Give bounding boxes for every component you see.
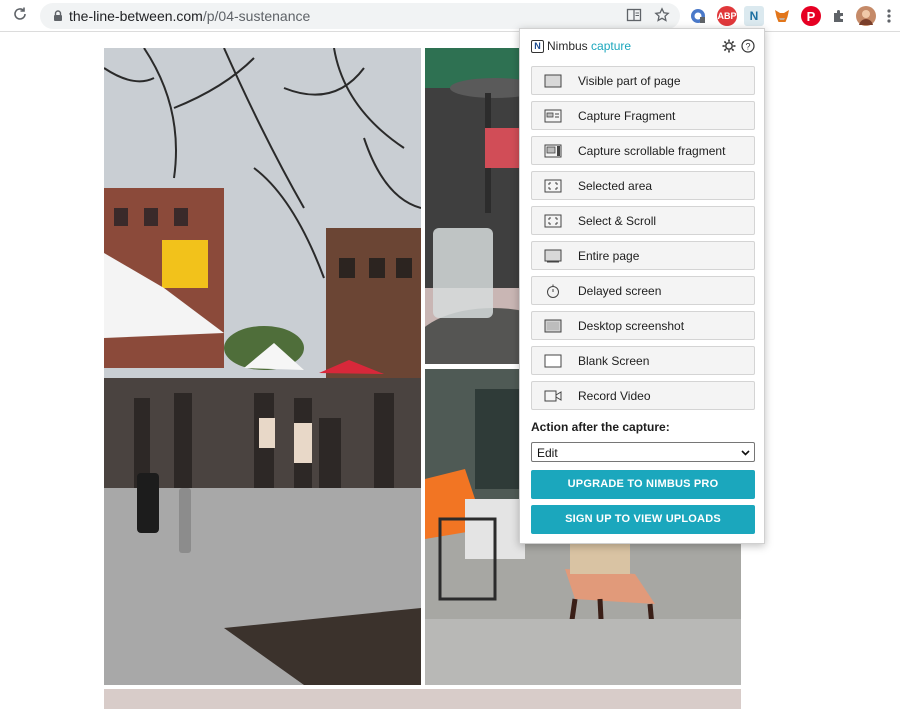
- svg-text:P: P: [807, 9, 816, 24]
- select-scroll-icon: [544, 214, 562, 228]
- capture-fragment-button[interactable]: Capture Fragment: [531, 101, 755, 130]
- nimbus-capture-label: N: [749, 9, 759, 23]
- url-text[interactable]: the-line-between.com/p/04-sustenance: [69, 8, 310, 24]
- signup-button[interactable]: SIGN UP TO VIEW UPLOADS: [531, 505, 755, 534]
- fragment-icon: [544, 109, 562, 123]
- adblock-plus-label: ABP: [717, 11, 737, 21]
- record-video-button[interactable]: Record Video: [531, 381, 755, 410]
- address-bar[interactable]: the-line-between.com/p/04-sustenance: [40, 3, 680, 29]
- url-path: /p/04-sustenance: [202, 8, 311, 24]
- popup-header: N Nimbus capture ?: [520, 29, 766, 65]
- video-camera-icon: [544, 390, 562, 402]
- more-menu-icon[interactable]: [884, 6, 894, 26]
- brand-product: capture: [591, 39, 632, 53]
- capture-scrollable-fragment-button[interactable]: Capture scrollable fragment: [531, 136, 755, 165]
- menu-item-label: Entire page: [578, 249, 640, 263]
- reader-mode-icon[interactable]: [625, 7, 643, 25]
- browser-toolbar: the-line-between.com/p/04-sustenance ABP…: [0, 0, 900, 32]
- entire-page-button[interactable]: Entire page: [531, 241, 755, 270]
- chevron-down-icon: [741, 450, 750, 456]
- action-select-value: Edit: [537, 446, 558, 460]
- menu-item-label: Capture Fragment: [578, 109, 676, 123]
- visible-part-button[interactable]: Visible part of page: [531, 66, 755, 95]
- settings-gear-icon[interactable]: [722, 39, 736, 53]
- svg-text:?: ?: [745, 42, 750, 52]
- menu-item-label: Desktop screenshot: [578, 319, 685, 333]
- menu-item-label: Selected area: [578, 179, 653, 193]
- url-host: the-line-between.com: [69, 8, 203, 24]
- reload-icon[interactable]: [10, 6, 30, 26]
- menu-item-label: Blank Screen: [578, 354, 650, 368]
- selected-area-button[interactable]: Selected area: [531, 171, 755, 200]
- next-photo-preview: [104, 689, 741, 709]
- help-icon[interactable]: ?: [741, 39, 755, 53]
- upgrade-button[interactable]: UPGRADE TO NIMBUS PRO: [531, 470, 755, 499]
- menu-item-label: Capture scrollable fragment: [578, 144, 726, 158]
- desktop-icon: [544, 319, 562, 333]
- menu-item-label: Select & Scroll: [578, 214, 657, 228]
- action-after-capture-label: Action after the capture:: [531, 420, 670, 434]
- timer-icon: [547, 284, 559, 298]
- nimbus-logo-icon: N: [531, 40, 544, 53]
- entire-page-icon: [544, 249, 562, 263]
- menu-item-label: Record Video: [578, 389, 651, 403]
- metamask-fox-icon[interactable]: [772, 6, 792, 26]
- nimbus-capture-icon[interactable]: N: [744, 6, 764, 26]
- street-market-photo: [104, 48, 421, 685]
- lock-icon[interactable]: [51, 9, 65, 23]
- action-after-capture-select[interactable]: Edit: [531, 442, 755, 462]
- profile-avatar[interactable]: [856, 6, 876, 26]
- extensions-puzzle-icon[interactable]: [829, 6, 849, 26]
- selected-area-icon: [544, 179, 562, 193]
- blank-screen-icon: [544, 354, 562, 368]
- nimbus-brand: Nimbus capture: [547, 39, 631, 53]
- blank-screen-button[interactable]: Blank Screen: [531, 346, 755, 375]
- google-account-extension-icon[interactable]: [688, 6, 708, 26]
- bookmark-star-icon[interactable]: [653, 7, 671, 25]
- scrollable-fragment-icon: [544, 144, 562, 158]
- desktop-screenshot-button[interactable]: Desktop screenshot: [531, 311, 755, 340]
- delayed-screen-button[interactable]: Delayed screen: [531, 276, 755, 305]
- menu-item-label: Delayed screen: [578, 284, 662, 298]
- pinterest-icon[interactable]: P: [801, 6, 821, 26]
- page-content: [0, 33, 900, 709]
- adblock-plus-icon[interactable]: ABP: [717, 6, 737, 26]
- brand-name: Nimbus: [547, 39, 588, 53]
- nimbus-capture-popup: N Nimbus capture ? Visible part of page …: [519, 28, 765, 544]
- menu-item-label: Visible part of page: [578, 74, 681, 88]
- select-and-scroll-button[interactable]: Select & Scroll: [531, 206, 755, 235]
- visible-page-icon: [544, 74, 562, 88]
